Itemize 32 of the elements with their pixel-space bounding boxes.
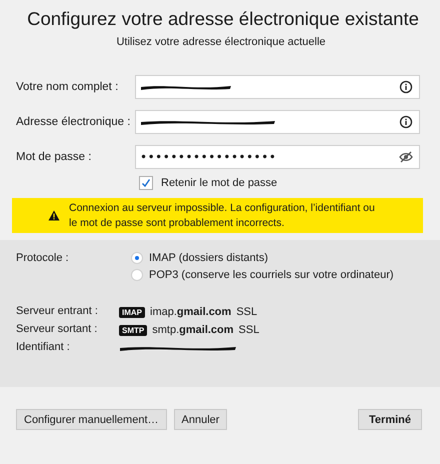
checkbox-label: Retenir le mot de passe [161, 177, 278, 189]
input-field[interactable] [135, 75, 420, 99]
field-label: Votre nom complet : [16, 81, 120, 93]
field-label: Adresse électronique : [16, 116, 132, 128]
eye-off-icon[interactable] [399, 150, 413, 164]
dialog-button[interactable]: Annuler [174, 409, 228, 430]
input-field[interactable] [135, 110, 420, 134]
radio-button[interactable] [131, 252, 143, 264]
server-host: smtp.gmail.com [152, 324, 234, 336]
security-label: SSL [236, 306, 258, 318]
dialog-button[interactable]: Configurer manuellement… [16, 409, 167, 430]
protocol-label: Protocole : [16, 252, 70, 266]
info-icon[interactable] [399, 80, 413, 94]
warning-icon [48, 210, 60, 221]
checkbox[interactable] [139, 176, 153, 190]
protocol-badge: IMAP [119, 306, 145, 318]
field-label: Mot de passe : [16, 151, 92, 163]
server-label: Serveur sortant : [16, 323, 98, 337]
password-field[interactable]: •••••••••••••••••• [135, 145, 420, 169]
identifier-label: Identifiant : [16, 341, 71, 355]
warning-message: Connexion au serveur impossible. La configuration, l’identifiant ou le mot de passe sont probablement incorrects. [69, 200, 375, 230]
info-icon[interactable] [399, 115, 413, 129]
radio-label: IMAP (dossiers distants) [149, 252, 268, 264]
dialog-subtitle: Utilisez votre adresse électronique actuelle [115, 36, 327, 48]
security-label: SSL [238, 324, 260, 336]
radio-button[interactable] [131, 269, 143, 281]
server-host: imap.gmail.com [150, 306, 232, 318]
radio-label: POP3 (conserve les courriels sur votre ordinateur) [149, 269, 394, 281]
server-label: Serveur entrant : [16, 305, 99, 319]
dialog-title: Configurez votre adresse électronique existante [26, 8, 420, 30]
dialog-button[interactable]: Terminé [358, 409, 422, 430]
protocol-badge: SMTP [119, 324, 148, 336]
